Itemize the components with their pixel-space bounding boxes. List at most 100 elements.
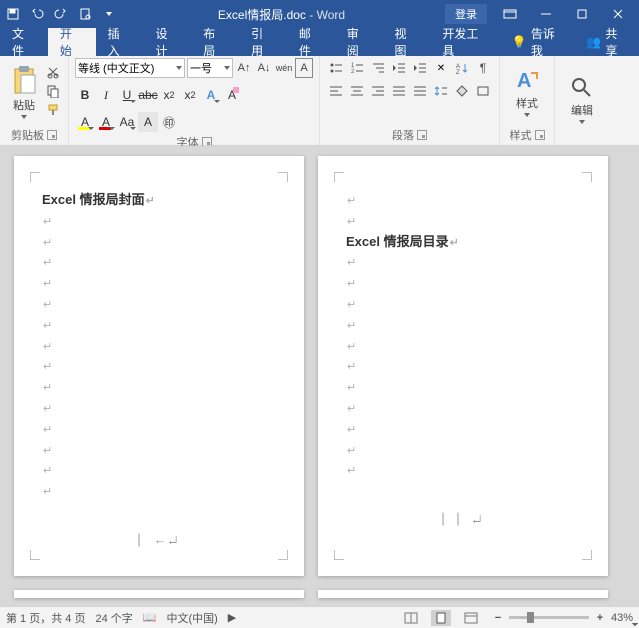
char-shading-icon[interactable]: A — [138, 112, 158, 132]
clipboard-launcher[interactable] — [47, 130, 57, 140]
format-painter-icon[interactable] — [46, 103, 62, 119]
char-border-icon[interactable]: A — [295, 58, 313, 78]
tab-mailings[interactable]: 邮件 — [287, 28, 335, 56]
phonetic-guide-icon[interactable]: wén — [275, 58, 293, 78]
window-controls — [493, 4, 635, 24]
document-area[interactable]: Excel 情报局封面↵ ↵ ↵ ↵ ↵ ↵ ↵ ↵ ↵ ↵ ↵ ↵ ↵ ↵ ↵… — [0, 146, 639, 606]
tab-home[interactable]: 开始 — [48, 28, 96, 56]
zoom-slider[interactable] — [509, 616, 589, 619]
language-indicator[interactable]: 中文(中国) — [166, 610, 217, 626]
section-break-2: ⎸⎸↵ — [346, 511, 580, 527]
title-bar: Excel情报局.doc - Word 登录 — [0, 0, 639, 28]
styles-button[interactable]: A 样式 — [506, 58, 548, 125]
paragraph-launcher[interactable] — [417, 130, 427, 140]
spellcheck-icon[interactable]: 📖 — [143, 611, 157, 624]
tab-file[interactable]: 文件 — [0, 28, 48, 56]
maximize-icon[interactable] — [565, 4, 599, 24]
numbering-button[interactable]: 12 — [347, 58, 367, 78]
save-icon[interactable] — [4, 5, 22, 23]
tab-developer[interactable]: 开发工具 — [430, 28, 502, 56]
font-name-select[interactable]: 等线 (中文正文) — [75, 58, 185, 78]
undo-icon[interactable] — [28, 5, 46, 23]
read-mode-icon[interactable] — [401, 610, 421, 626]
italic-button[interactable]: I — [96, 85, 116, 105]
bullets-button[interactable] — [326, 58, 346, 78]
asian-layout-button[interactable]: ✕ — [431, 58, 451, 78]
tab-layout[interactable]: 布局 — [191, 28, 239, 56]
text-effects-button[interactable]: A — [201, 85, 221, 105]
web-layout-icon[interactable] — [461, 610, 481, 626]
redo-icon[interactable] — [52, 5, 70, 23]
paste-label: 粘贴 — [13, 97, 35, 113]
align-center-icon[interactable] — [347, 81, 367, 101]
login-button[interactable]: 登录 — [445, 4, 487, 24]
enclose-char-icon[interactable]: ㊞ — [159, 112, 179, 132]
subscript-button[interactable]: x2 — [159, 85, 179, 105]
share-icon: 👥 — [586, 35, 601, 49]
zoom-percent[interactable]: 43% — [611, 612, 633, 624]
superscript-button[interactable]: x2 — [180, 85, 200, 105]
share-button[interactable]: 👥共享 — [576, 28, 639, 56]
underline-button[interactable]: U — [117, 85, 137, 105]
sort-button[interactable]: AZ — [452, 58, 472, 78]
qat-customize-icon[interactable] — [100, 5, 118, 23]
align-justify-icon[interactable] — [389, 81, 409, 101]
tab-review[interactable]: 审阅 — [335, 28, 383, 56]
page-4-stub[interactable] — [318, 590, 608, 598]
align-left-icon[interactable] — [326, 81, 346, 101]
editing-label: 编辑 — [571, 102, 593, 118]
change-case-button[interactable]: Aa — [117, 112, 137, 132]
editing-button[interactable]: 编辑 — [561, 58, 603, 141]
ribbon-tabs: 文件 开始 插入 设计 布局 引用 邮件 审阅 视图 开发工具 💡告诉我 👥共享 — [0, 28, 639, 56]
shrink-font-icon[interactable]: A↓ — [255, 58, 273, 78]
group-font: 等线 (中文正文) 一号 A↑ A↓ wén A B I U abc x2 x2… — [69, 56, 320, 145]
styles-launcher[interactable] — [535, 130, 545, 140]
zoom-in-button[interactable]: + — [593, 612, 607, 624]
tell-me[interactable]: 💡告诉我 — [502, 28, 577, 56]
tab-view[interactable]: 视图 — [383, 28, 431, 56]
print-layout-icon[interactable] — [431, 610, 451, 626]
macro-indicator-icon[interactable]: ▶ — [228, 611, 236, 624]
svg-text:Z: Z — [456, 70, 460, 74]
decrease-indent-icon[interactable] — [389, 58, 409, 78]
document-filename: Excel情报局.doc — [218, 8, 306, 22]
zoom-out-button[interactable]: − — [491, 612, 505, 624]
grow-font-icon[interactable]: A↑ — [235, 58, 253, 78]
ribbon: 粘贴 剪贴板 等线 (中文正文) 一号 A↑ A↓ wén A B — [0, 56, 639, 146]
increase-indent-icon[interactable] — [410, 58, 430, 78]
tab-references[interactable]: 引用 — [239, 28, 287, 56]
font-size-select[interactable]: 一号 — [187, 58, 233, 78]
paste-button[interactable]: 粘贴 — [6, 58, 42, 125]
multilevel-list-button[interactable] — [368, 58, 388, 78]
tab-insert[interactable]: 插入 — [96, 28, 144, 56]
align-right-icon[interactable] — [368, 81, 388, 101]
minimize-icon[interactable] — [529, 4, 563, 24]
show-hide-marks-icon[interactable]: ¶ — [473, 58, 493, 78]
print-preview-icon[interactable] — [76, 5, 94, 23]
borders-button[interactable] — [473, 81, 493, 101]
page1-heading: Excel 情报局封面 — [42, 192, 145, 207]
distribute-icon[interactable] — [410, 81, 430, 101]
ribbon-options-icon[interactable] — [493, 4, 527, 24]
page-2[interactable]: ↵ ↵ Excel 情报局目录↵ ↵ ↵ ↵ ↵ ↵ ↵ ↵ ↵ ↵ ↵ ↵ ⎸… — [318, 156, 608, 576]
page2-heading: Excel 情报局目录 — [346, 234, 449, 249]
copy-icon[interactable] — [46, 84, 62, 100]
page-indicator[interactable]: 第 1 页，共 4 页 — [6, 610, 85, 626]
quick-access-toolbar — [4, 5, 118, 23]
page-1[interactable]: Excel 情报局封面↵ ↵ ↵ ↵ ↵ ↵ ↵ ↵ ↵ ↵ ↵ ↵ ↵ ↵ ↵… — [14, 156, 304, 576]
bold-button[interactable]: B — [75, 85, 95, 105]
shading-button[interactable] — [452, 81, 472, 101]
line-spacing-button[interactable] — [431, 81, 451, 101]
word-count[interactable]: 24 个字 — [95, 610, 132, 626]
strikethrough-button[interactable]: abc — [138, 85, 158, 105]
font-color-button[interactable]: A — [96, 112, 116, 132]
app-name: Word — [317, 8, 345, 22]
paragraph-mark-icon: ↵ — [146, 195, 155, 207]
highlight-button[interactable]: A — [75, 112, 95, 132]
close-icon[interactable] — [601, 4, 635, 24]
group-styles: A 样式 样式 — [500, 56, 555, 145]
tab-design[interactable]: 设计 — [143, 28, 191, 56]
page-3-stub[interactable] — [14, 590, 304, 598]
clear-formatting-icon[interactable]: A — [222, 85, 242, 105]
cut-icon[interactable] — [46, 65, 62, 81]
